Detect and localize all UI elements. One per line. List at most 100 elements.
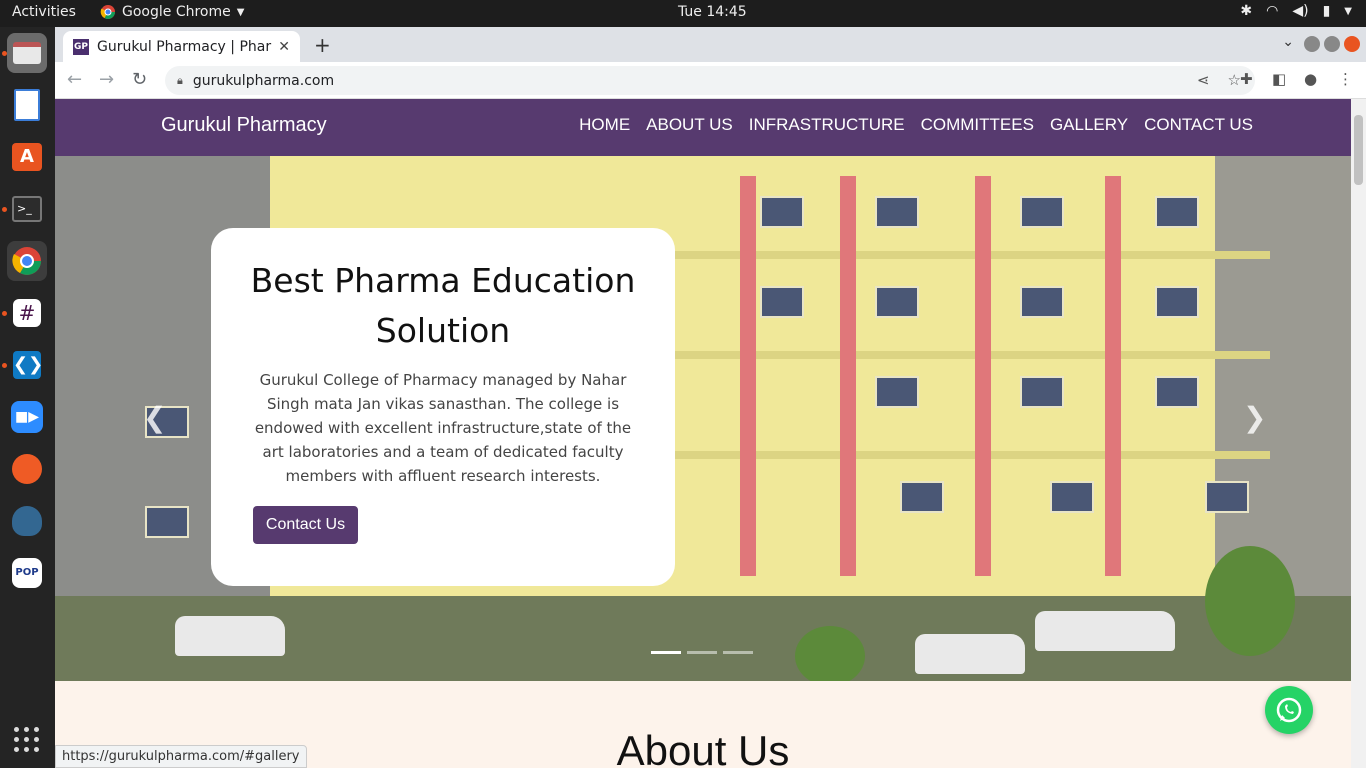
site-navbar: Gurukul Pharmacy HOME ABOUT US INFRASTRU… xyxy=(55,99,1351,156)
window xyxy=(900,481,944,513)
window xyxy=(1155,286,1199,318)
contact-us-button[interactable]: Contact Us xyxy=(253,506,358,544)
side-panel-icon[interactable]: ◧ xyxy=(1272,70,1286,88)
new-tab-button[interactable]: + xyxy=(314,33,331,57)
parked-car xyxy=(915,634,1025,674)
pgadmin-icon[interactable] xyxy=(7,501,47,541)
nav-contact-us[interactable]: CONTACT US xyxy=(1144,115,1253,135)
site-brand[interactable]: Gurukul Pharmacy xyxy=(161,114,327,137)
tab-close-icon[interactable]: ✕ xyxy=(278,39,290,55)
pillar xyxy=(740,176,756,576)
bookmark-star-icon[interactable]: ☆ xyxy=(1228,71,1241,89)
share-icon[interactable]: ⋖ xyxy=(1197,71,1210,89)
minimize-button[interactable] xyxy=(1304,36,1320,52)
carousel-indicator[interactable] xyxy=(651,651,681,654)
window xyxy=(760,196,804,228)
site-favicon: GP xyxy=(73,38,89,55)
window xyxy=(1020,286,1064,318)
tree xyxy=(1205,546,1295,656)
battery-icon: ▮ xyxy=(1322,3,1331,19)
chrome-logo xyxy=(12,247,41,275)
forward-arrow-icon[interactable]: → xyxy=(99,69,114,90)
scrollbar-thumb[interactable] xyxy=(1354,115,1363,185)
tab-bar: GP Gurukul Pharmacy | Pharm ✕ + ⌄ xyxy=(55,27,1366,62)
carousel-indicators xyxy=(651,651,753,654)
hero-caption-card: Best Pharma Education Solution Gurukul C… xyxy=(211,228,675,586)
site-nav-links: HOME ABOUT US INFRASTRUCTURE COMMITTEES … xyxy=(579,115,1253,135)
window xyxy=(1050,481,1094,513)
profile-avatar-icon[interactable]: ● xyxy=(1304,70,1317,88)
maximize-button[interactable] xyxy=(1324,36,1340,52)
volume-icon: ◀) xyxy=(1292,3,1309,19)
menu-kebab-icon[interactable]: ⋮ xyxy=(1338,70,1353,88)
parked-car xyxy=(1035,611,1175,651)
window-controls xyxy=(1304,36,1360,52)
parked-car xyxy=(175,616,285,656)
pillar xyxy=(840,176,856,576)
chrome-icon[interactable] xyxy=(7,241,47,281)
browser-toolbar: ← → ↻ 🔒︎ gurukulpharma.com ⋖ ☆ ✚ ◧ ● ⋮ xyxy=(55,62,1366,99)
chrome-icon xyxy=(100,5,115,19)
tab-search-icon[interactable]: ⌄ xyxy=(1282,34,1294,50)
app-menu-label: Google Chrome xyxy=(122,4,231,20)
terminal-icon[interactable]: >_ xyxy=(7,189,47,229)
pillar xyxy=(1105,176,1121,576)
software-center-icon[interactable]: A xyxy=(7,137,47,177)
activities-button[interactable]: Activities xyxy=(12,4,76,20)
carousel-indicator[interactable] xyxy=(723,651,753,654)
chevron-down-icon: ▼ xyxy=(236,6,245,18)
window xyxy=(1155,196,1199,228)
whatsapp-icon xyxy=(1276,697,1302,723)
nav-gallery[interactable]: GALLERY xyxy=(1050,115,1128,135)
image-viewer-icon[interactable] xyxy=(7,85,47,125)
app-menu[interactable]: Google Chrome ▼ xyxy=(100,4,244,20)
window xyxy=(875,376,919,408)
tab-title: Gurukul Pharmacy | Pharm xyxy=(97,38,273,55)
clock[interactable]: Tue 14:45 xyxy=(678,4,747,20)
window xyxy=(875,286,919,318)
popsql-icon[interactable]: POP xyxy=(7,553,47,593)
carousel-next-icon[interactable]: ❯ xyxy=(1243,401,1266,434)
page-viewport: Gurukul Pharmacy HOME ABOUT US INFRASTRU… xyxy=(55,99,1351,768)
nav-about-us[interactable]: ABOUT US xyxy=(646,115,733,135)
dock: A >_ # ❮❯ ■▶ POP xyxy=(0,27,55,768)
wifi-icon: ◠ xyxy=(1266,3,1279,19)
shrub xyxy=(795,626,865,681)
url-text[interactable]: gurukulpharma.com xyxy=(193,73,334,89)
zoom-icon[interactable]: ■▶ xyxy=(7,397,47,437)
pillar xyxy=(975,176,991,576)
window xyxy=(760,286,804,318)
lock-icon[interactable]: 🔒︎ xyxy=(177,74,183,88)
window xyxy=(1155,376,1199,408)
nav-infrastructure[interactable]: INFRASTRUCTURE xyxy=(749,115,905,135)
back-arrow-icon[interactable]: ← xyxy=(67,69,82,90)
window xyxy=(145,506,189,538)
vscode-icon[interactable]: ❮❯ xyxy=(7,345,47,385)
hero-description: Gurukul College of Pharmacy managed by N… xyxy=(254,371,632,485)
files-icon[interactable] xyxy=(7,33,47,73)
window xyxy=(1020,196,1064,228)
carousel-indicator[interactable] xyxy=(687,651,717,654)
hero-heading: Best Pharma Education Solution xyxy=(250,261,636,350)
slack-icon[interactable]: # xyxy=(7,293,47,333)
omnibox-actions: ⋖ ☆ xyxy=(1197,71,1241,89)
postman-icon[interactable] xyxy=(7,449,47,489)
tab-gurukul-pharmacy[interactable]: GP Gurukul Pharmacy | Pharm ✕ xyxy=(63,31,300,62)
window xyxy=(1020,376,1064,408)
nav-home[interactable]: HOME xyxy=(579,115,630,135)
show-applications-icon[interactable] xyxy=(14,727,40,753)
system-tray[interactable]: ✱ ◠ ◀) ▮ ▼ xyxy=(1240,3,1352,19)
whatsapp-chat-button[interactable] xyxy=(1265,686,1313,734)
reload-icon[interactable]: ↻ xyxy=(132,69,147,90)
extensions-puzzle-icon[interactable]: ✚ xyxy=(1240,70,1253,88)
nav-committees[interactable]: COMMITTEES xyxy=(921,115,1034,135)
address-bar[interactable]: 🔒︎ gurukulpharma.com ⋖ ☆ xyxy=(165,66,1255,95)
close-window-button[interactable] xyxy=(1344,36,1360,52)
link-status-bubble: https://gurukulpharma.com/#gallery xyxy=(55,745,307,768)
window xyxy=(1205,481,1249,513)
carousel-prev-icon[interactable]: ❮ xyxy=(143,401,166,434)
slack-tray-icon[interactable]: ✱ xyxy=(1240,3,1252,19)
system-top-bar: Activities Google Chrome ▼ Tue 14:45 ✱ ◠… xyxy=(0,0,1366,27)
chevron-down-icon: ▼ xyxy=(1344,5,1352,17)
page-scrollbar[interactable] xyxy=(1351,99,1366,768)
